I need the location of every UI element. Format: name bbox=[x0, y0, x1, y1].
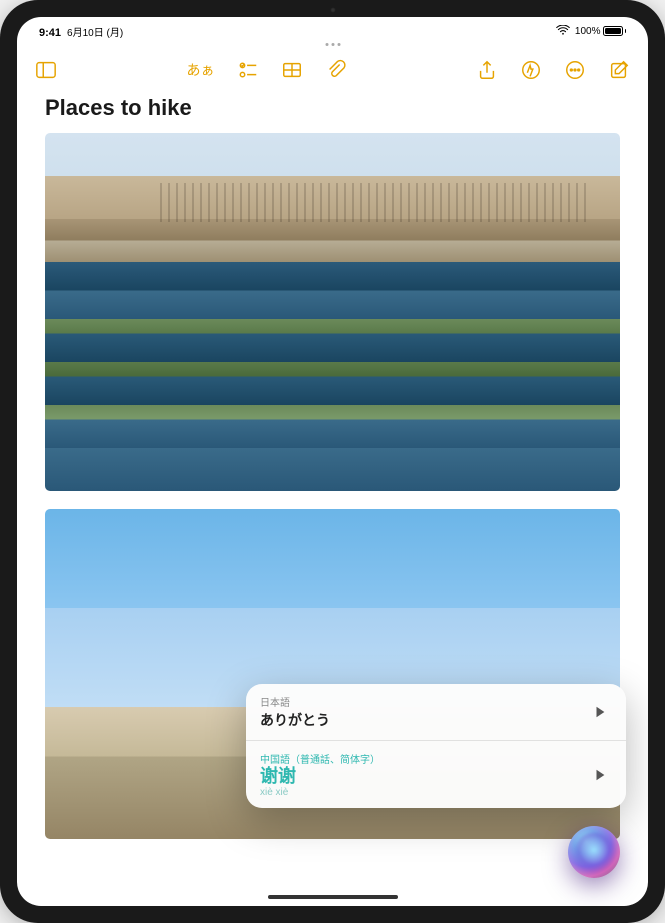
siri-translate-card: 日本語 ありがとう 中国語（普通話、简体字） 谢谢 xiè xiè bbox=[246, 684, 626, 808]
status-time: 9:41 bbox=[39, 27, 61, 39]
checklist-icon[interactable] bbox=[237, 59, 259, 81]
play-target-button[interactable] bbox=[588, 763, 612, 787]
attachment-icon[interactable] bbox=[325, 59, 347, 81]
siri-orb[interactable] bbox=[568, 826, 620, 878]
source-phrase: ありがとう bbox=[260, 710, 578, 730]
play-source-button[interactable] bbox=[588, 700, 612, 724]
home-indicator[interactable] bbox=[268, 895, 398, 899]
notes-toolbar: あぁ bbox=[17, 49, 648, 91]
note-title[interactable]: Places to hike bbox=[45, 95, 620, 121]
status-date: 6月10日 (月) bbox=[67, 24, 123, 39]
target-phrase: 谢谢 bbox=[260, 767, 578, 787]
format-button[interactable]: あぁ bbox=[187, 60, 215, 80]
markup-icon[interactable] bbox=[520, 59, 542, 81]
front-camera bbox=[330, 7, 336, 13]
table-icon[interactable] bbox=[281, 59, 303, 81]
wifi-icon bbox=[556, 25, 570, 38]
more-icon[interactable] bbox=[564, 59, 586, 81]
status-bar: 9:41 6月10日 (月) 100% bbox=[17, 17, 648, 39]
screen: 9:41 6月10日 (月) 100% bbox=[17, 17, 648, 906]
target-language-label: 中国語（普通話、简体字） bbox=[260, 751, 578, 766]
source-language-label: 日本語 bbox=[260, 694, 578, 709]
battery-percentage: 100% bbox=[575, 26, 601, 37]
compose-icon[interactable] bbox=[608, 59, 630, 81]
share-icon[interactable] bbox=[476, 59, 498, 81]
ipad-device-frame: 9:41 6月10日 (月) 100% bbox=[0, 0, 665, 923]
note-image-river[interactable] bbox=[45, 133, 620, 491]
multitask-indicator[interactable] bbox=[325, 43, 340, 46]
sidebar-toggle-icon[interactable] bbox=[35, 59, 57, 81]
battery-icon bbox=[603, 26, 623, 36]
target-romanization: xiè xiè bbox=[260, 787, 578, 798]
siri-target-row[interactable]: 中国語（普通話、简体字） 谢谢 xiè xiè bbox=[246, 740, 626, 808]
siri-source-row[interactable]: 日本語 ありがとう bbox=[246, 684, 626, 740]
